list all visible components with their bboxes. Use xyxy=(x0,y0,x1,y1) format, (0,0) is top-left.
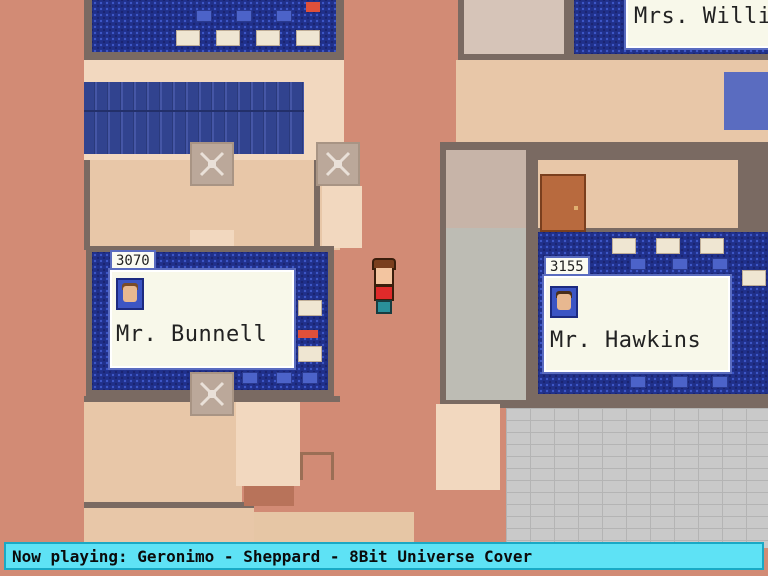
desk xyxy=(656,238,680,254)
x-vent-icon[interactable] xyxy=(190,372,234,416)
red-chair xyxy=(306,2,320,12)
side-pillar xyxy=(322,186,362,248)
chair xyxy=(712,376,728,388)
player-character[interactable] xyxy=(368,258,400,320)
window xyxy=(724,72,768,130)
red-chair xyxy=(298,330,318,338)
lower-mid-floor xyxy=(436,404,500,490)
chair xyxy=(302,372,318,384)
x-vent-icon[interactable] xyxy=(316,142,360,186)
stone-floor xyxy=(506,408,768,548)
floor xyxy=(464,0,564,54)
player-pants xyxy=(376,300,392,314)
chair xyxy=(236,10,252,22)
teacher-portrait-icon xyxy=(550,286,578,318)
chair xyxy=(672,376,688,388)
bench-dark xyxy=(244,486,294,506)
game-viewport[interactable]: 3070 Mr. Bunnell Mrs. Willia xyxy=(0,0,768,576)
wall xyxy=(254,512,414,542)
chair xyxy=(276,10,292,22)
teacher-portrait-icon xyxy=(116,278,144,310)
now-playing-bar: Now playing: Geronimo - Sheppard - 8Bit … xyxy=(4,542,764,570)
player-face xyxy=(374,268,394,286)
desk xyxy=(298,300,322,316)
chair xyxy=(672,258,688,270)
chair xyxy=(630,258,646,270)
teacher-name: Mr. Bunnell xyxy=(116,322,268,347)
lower-left-floor xyxy=(84,402,242,502)
player-shirt xyxy=(374,285,394,301)
chair xyxy=(242,372,258,384)
x-vent-icon[interactable] xyxy=(190,142,234,186)
wall xyxy=(84,160,90,250)
desk xyxy=(700,238,724,254)
desk xyxy=(298,346,322,362)
desk xyxy=(216,30,240,46)
chair xyxy=(196,10,212,22)
now-playing-text: Now playing: Geronimo - Sheppard - 8Bit … xyxy=(12,546,533,566)
corridor-floor-lower xyxy=(446,228,526,400)
desk xyxy=(256,30,280,46)
door-icon[interactable] xyxy=(540,174,586,232)
chair xyxy=(276,372,292,384)
desk xyxy=(612,238,636,254)
teacher-name: Mr. Hawkins xyxy=(550,328,702,353)
desk xyxy=(176,30,200,46)
chair xyxy=(630,376,646,388)
teacher-name: Mrs. Willia xyxy=(634,4,768,29)
bench xyxy=(300,452,334,480)
chair xyxy=(712,258,728,270)
lower-left-floor-light xyxy=(236,402,300,486)
desk xyxy=(296,30,320,46)
right-hall-floor xyxy=(456,60,768,144)
desk xyxy=(742,270,766,286)
